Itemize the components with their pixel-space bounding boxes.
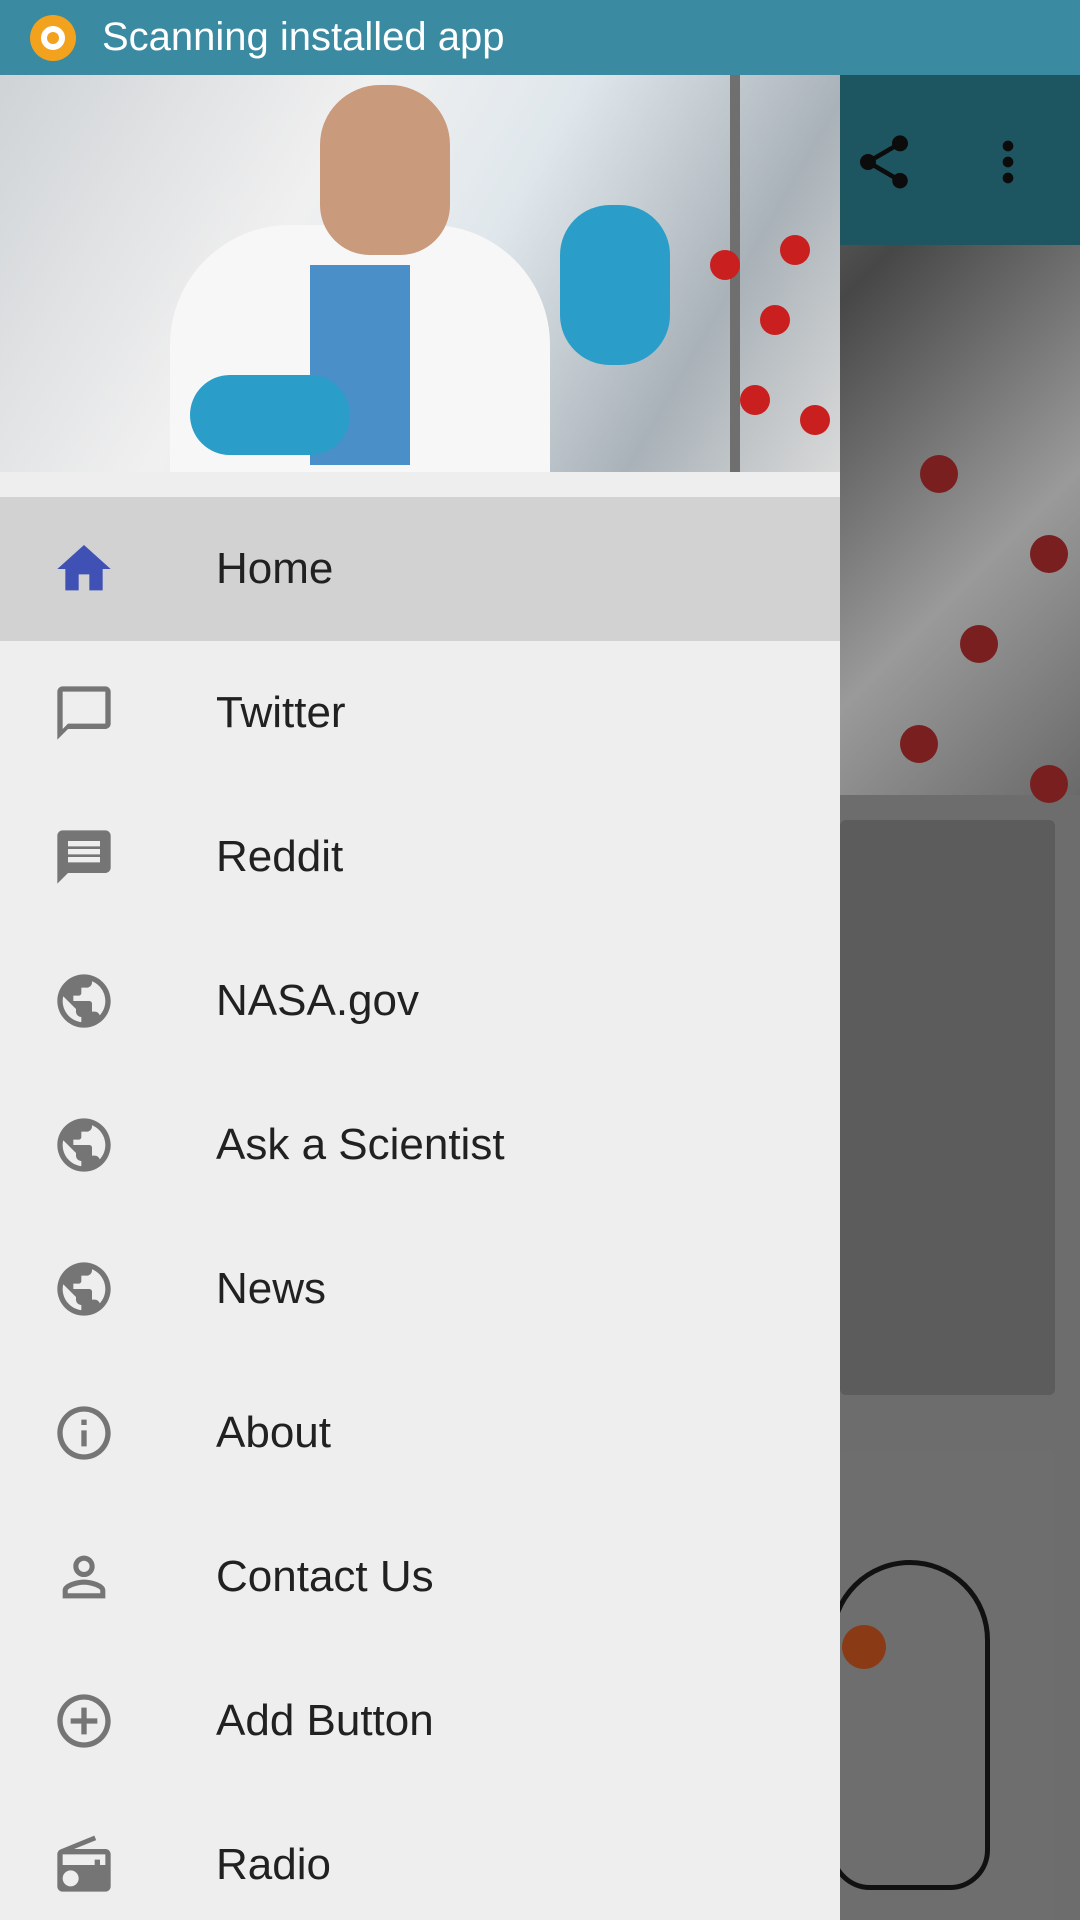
content-card[interactable] [830,1450,1055,1920]
status-text: Scanning installed app [102,15,505,59]
drawer-item-add-button[interactable]: Add Button [0,1649,840,1793]
info-icon [52,1401,116,1465]
home-icon [52,537,116,601]
message-icon [52,825,116,889]
chat-bubble-outline-icon [52,681,116,745]
content-card[interactable] [840,820,1055,1395]
drawer-item-label: About [216,1408,331,1457]
drawer-item-reddit[interactable]: Reddit [0,785,840,929]
more-vert-icon[interactable] [976,130,1040,199]
globe-icon [52,969,116,1033]
drawer-item-label: Reddit [216,832,344,881]
drawer-item-label: Radio [216,1840,331,1889]
drawer-item-home[interactable]: Home [0,497,840,641]
drawer-item-label: Twitter [216,688,346,737]
drawer-item-radio[interactable]: Radio [0,1793,840,1920]
drawer-item-contact-us[interactable]: Contact Us [0,1505,840,1649]
drawer-item-nasa[interactable]: NASA.gov [0,929,840,1073]
radio-icon [52,1833,116,1897]
drawer-item-label: Contact Us [216,1552,434,1601]
app-status-icon [30,14,76,61]
share-icon[interactable] [852,130,916,199]
navigation-drawer: Home Twitter Reddit NASA.gov Ask a Scien [0,75,840,1920]
drawer-item-label: Add Button [216,1696,434,1745]
drawer-item-about[interactable]: About [0,1361,840,1505]
person-icon [52,1545,116,1609]
drawer-item-news[interactable]: News [0,1217,840,1361]
globe-icon [52,1113,116,1177]
drawer-menu: Home Twitter Reddit NASA.gov Ask a Scien [0,497,840,1920]
globe-icon [52,1257,116,1321]
drawer-item-label: News [216,1264,327,1313]
drawer-item-label: NASA.gov [216,976,419,1025]
notification-bar: Scanning installed app [0,0,1080,75]
add-circle-icon [52,1689,116,1753]
drawer-header-image [0,75,840,472]
drawer-item-twitter[interactable]: Twitter [0,641,840,785]
drawer-item-label: Home [216,544,334,593]
drawer-item-label: Ask a Scientist [216,1120,505,1169]
drawer-item-ask-a-scientist[interactable]: Ask a Scientist [0,1073,840,1217]
